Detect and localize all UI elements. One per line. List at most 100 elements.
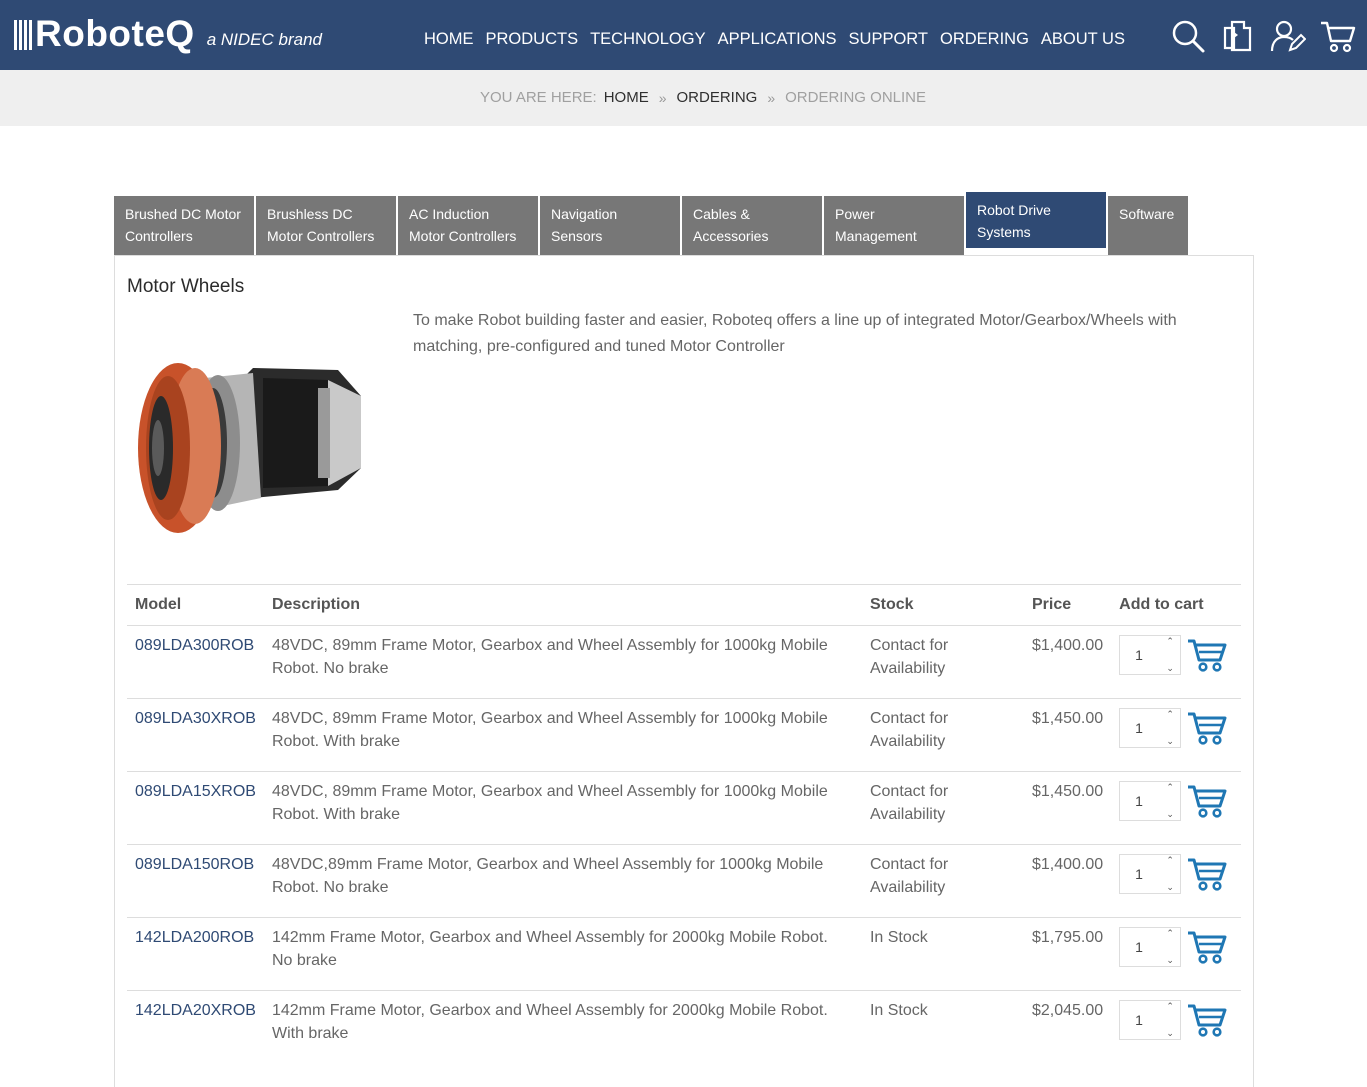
product-description: 48VDC,89mm Frame Motor, Gearbox and Whee…	[263, 844, 862, 918]
nav-technology[interactable]: TECHNOLOGY	[584, 28, 712, 50]
nav-home[interactable]: HOME	[418, 28, 480, 50]
category-tabs: Brushed DC Motor Controllers Brushless D…	[114, 192, 1190, 256]
quantity-spinner[interactable]: ⌃ ⌄	[1160, 782, 1180, 820]
tab-robot-drive-systems[interactable]: Robot Drive Systems	[966, 192, 1106, 252]
chevron-up-icon[interactable]: ⌃	[1166, 630, 1174, 653]
tab-brushed-dc[interactable]: Brushed DC Motor Controllers	[114, 196, 254, 256]
tab-software[interactable]: Software	[1108, 196, 1188, 256]
nav-about-us[interactable]: ABOUT US	[1035, 28, 1131, 50]
table-header-row: Model Description Stock Price Add to car…	[127, 584, 1241, 626]
quantity-value[interactable]: 1	[1135, 936, 1143, 959]
product-image	[138, 363, 361, 533]
add-to-cart-cell: 1 ⌃ ⌄	[1111, 844, 1241, 918]
col-add-to-cart: Add to cart	[1111, 584, 1241, 626]
tab-ac-induction[interactable]: AC Induction Motor Controllers	[398, 196, 538, 256]
chevron-up-icon[interactable]: ⌃	[1166, 776, 1174, 799]
product-stock: In Stock	[861, 917, 1024, 991]
nav-products[interactable]: PRODUCTS	[480, 28, 585, 50]
product-description: 142mm Frame Motor, Gearbox and Wheel Ass…	[271, 1002, 828, 1042]
add-to-cart-button[interactable]	[1187, 637, 1227, 673]
product-price: $1,400.00	[1023, 625, 1112, 699]
quantity-stepper[interactable]: 1 ⌃ ⌄	[1119, 635, 1182, 675]
chevron-up-icon[interactable]: ⌃	[1166, 922, 1174, 945]
logo-tagline: a NIDEC brand	[206, 30, 322, 49]
chevron-down-icon[interactable]: ⌄	[1166, 730, 1174, 753]
account-icon[interactable]	[1270, 18, 1306, 54]
table-row: 089LDA300ROB 48VDC, 89mm Frame Motor, Ge…	[127, 625, 1241, 699]
tab-navigation-sensors[interactable]: Navigation Sensors	[540, 196, 680, 256]
product-model-link[interactable]: 142LDA200ROB	[127, 917, 264, 991]
nav-applications[interactable]: APPLICATIONS	[712, 28, 843, 50]
cart-icon[interactable]	[1320, 18, 1356, 54]
quantity-value[interactable]: 1	[1135, 717, 1143, 740]
logo-bars	[14, 20, 32, 50]
add-to-cart-button[interactable]	[1187, 856, 1227, 892]
breadcrumb-home[interactable]: HOME	[604, 89, 649, 106]
tab-power-management[interactable]: Power Management	[824, 196, 964, 256]
product-price: $1,400.00	[1023, 844, 1112, 918]
add-to-cart-cell: 1 ⌃ ⌄	[1111, 771, 1241, 845]
quantity-stepper[interactable]: 1 ⌃ ⌄	[1119, 708, 1182, 748]
compare-icon[interactable]	[1220, 18, 1256, 54]
quantity-spinner[interactable]: ⌃ ⌄	[1160, 709, 1180, 747]
chevron-up-icon[interactable]: ⌃	[1166, 995, 1174, 1018]
table-row: 089LDA30XROB 48VDC, 89mm Frame Motor, Ge…	[127, 698, 1241, 772]
add-to-cart-button[interactable]	[1187, 710, 1227, 746]
product-model-link[interactable]: 142LDA20XROB	[127, 991, 264, 1064]
search-icon[interactable]	[1170, 18, 1206, 54]
quantity-value[interactable]: 1	[1135, 644, 1143, 667]
main-nav: HOME PRODUCTS TECHNOLOGY APPLICATIONS SU…	[418, 28, 1131, 50]
product-stock: Contact for Availability	[861, 698, 1024, 772]
nav-ordering[interactable]: ORDERING	[934, 28, 1035, 50]
chevron-right-icon: »	[767, 89, 776, 106]
breadcrumb-label: YOU ARE HERE:	[480, 89, 597, 106]
product-price: $1,450.00	[1023, 698, 1112, 772]
product-model-link[interactable]: 089LDA15XROB	[127, 771, 264, 845]
logo-wordmark: RoboteQ	[35, 13, 195, 54]
product-model-link[interactable]: 089LDA30XROB	[127, 698, 264, 772]
product-model-link[interactable]: 089LDA150ROB	[127, 844, 264, 918]
chevron-down-icon[interactable]: ⌄	[1166, 949, 1174, 972]
product-description: 48VDC, 89mm Frame Motor, Gearbox and Whe…	[263, 771, 862, 845]
nav-support[interactable]: SUPPORT	[843, 28, 934, 50]
product-model-link[interactable]: 089LDA300ROB	[127, 625, 264, 699]
quantity-stepper[interactable]: 1 ⌃ ⌄	[1119, 781, 1182, 821]
chevron-up-icon[interactable]: ⌃	[1166, 849, 1174, 872]
quantity-spinner[interactable]: ⌃ ⌄	[1160, 636, 1180, 674]
product-description: 142mm Frame Motor, Gearbox and Wheel Ass…	[263, 917, 862, 991]
quantity-stepper[interactable]: 1 ⌃ ⌄	[1119, 1000, 1182, 1040]
product-stock: Contact for Availability	[861, 625, 1024, 699]
chevron-up-icon[interactable]: ⌃	[1166, 703, 1174, 726]
tab-cables-accessories[interactable]: Cables & Accessories	[682, 196, 822, 256]
table-row: 089LDA150ROB 48VDC,89mm Frame Motor, Gea…	[127, 844, 1241, 918]
product-stock: Contact for Availability	[861, 844, 1024, 918]
add-to-cart-button[interactable]	[1187, 783, 1227, 819]
chevron-down-icon[interactable]: ⌄	[1166, 1022, 1174, 1045]
product-price: $1,450.00	[1023, 771, 1112, 845]
breadcrumb-ordering[interactable]: ORDERING	[677, 89, 758, 106]
quantity-spinner[interactable]: ⌃ ⌄	[1160, 928, 1180, 966]
quantity-value[interactable]: 1	[1135, 863, 1143, 886]
chevron-down-icon[interactable]: ⌄	[1166, 876, 1174, 899]
category-panel: Motor Wheels To make Robot building fast…	[114, 255, 1254, 1087]
table-row: 142LDA20XROB 142mm Frame Motor, Gearbox …	[127, 991, 1241, 1064]
quantity-value[interactable]: 1	[1135, 790, 1143, 813]
product-stock: In Stock	[869, 1002, 928, 1019]
product-description: 48VDC, 89mm Frame Motor, Gearbox and Whe…	[263, 625, 862, 699]
header-icons	[1170, 18, 1356, 54]
quantity-stepper[interactable]: 1 ⌃ ⌄	[1119, 854, 1182, 894]
col-description: Description	[263, 584, 862, 626]
add-to-cart-button[interactable]	[1187, 1002, 1227, 1038]
chevron-down-icon[interactable]: ⌄	[1166, 803, 1174, 826]
quantity-spinner[interactable]: ⌃ ⌄	[1160, 855, 1180, 893]
quantity-stepper[interactable]: 1 ⌃ ⌄	[1119, 927, 1182, 967]
quantity-spinner[interactable]: ⌃ ⌄	[1160, 1001, 1180, 1039]
logo[interactable]: RoboteQ a NIDEC brand	[14, 14, 322, 54]
quantity-value[interactable]: 1	[1135, 1009, 1143, 1032]
site-header: RoboteQ a NIDEC brand HOME PRODUCTS TECH…	[0, 0, 1367, 70]
add-to-cart-button[interactable]	[1187, 929, 1227, 965]
breadcrumb-bar: YOU ARE HERE: HOME » ORDERING » ORDERING…	[0, 70, 1367, 126]
product-price: $2,045.00	[1031, 1002, 1104, 1019]
tab-brushless-dc[interactable]: Brushless DC Motor Controllers	[256, 196, 396, 256]
chevron-down-icon[interactable]: ⌄	[1166, 657, 1174, 680]
